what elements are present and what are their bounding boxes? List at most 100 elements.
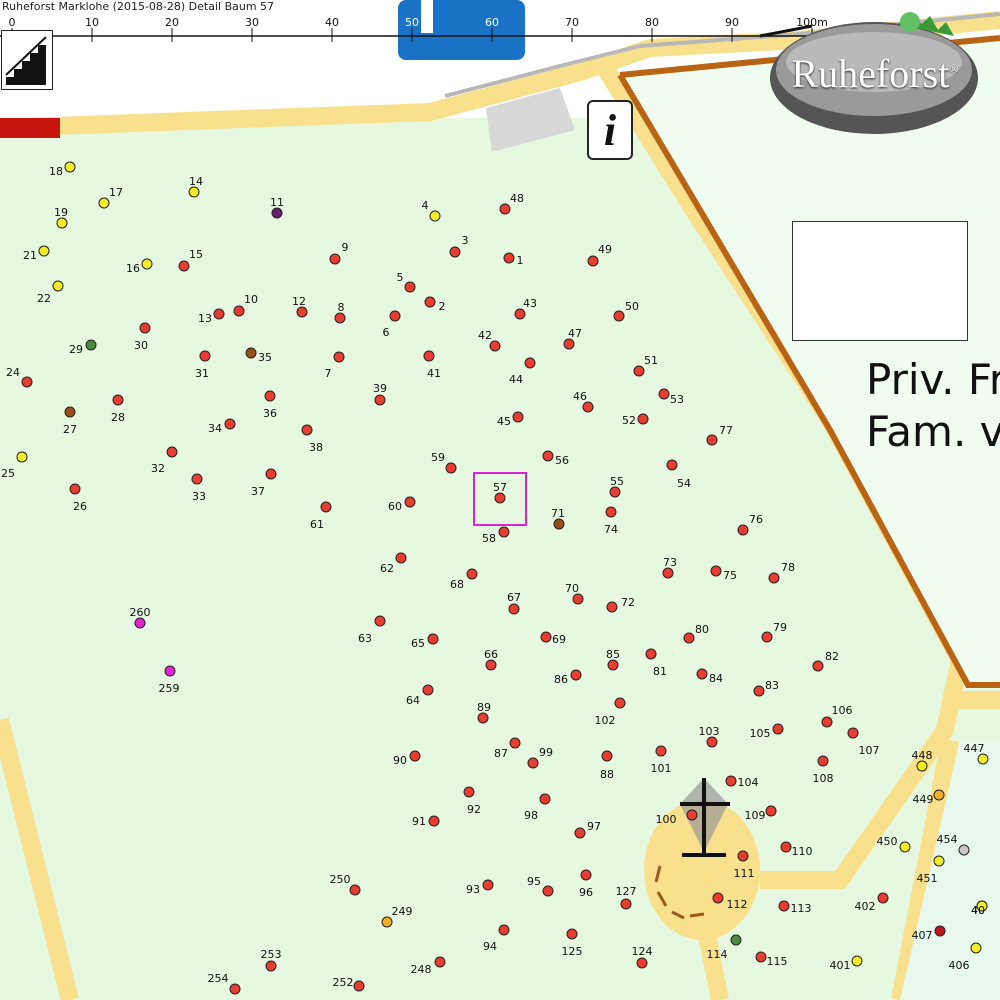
tree-dot[interactable] <box>64 161 76 173</box>
tree-dot[interactable] <box>637 413 649 425</box>
tree-dot[interactable] <box>877 892 889 904</box>
tree-dot[interactable] <box>85 339 97 351</box>
tree-dot[interactable] <box>498 924 510 936</box>
tree-dot[interactable] <box>662 567 674 579</box>
tree-dot[interactable] <box>320 501 332 513</box>
tree-dot[interactable] <box>645 648 657 660</box>
tree-dot[interactable] <box>422 684 434 696</box>
tree-dot[interactable] <box>52 280 64 292</box>
zoom-scale-button[interactable] <box>1 30 53 90</box>
tree-dot[interactable] <box>466 568 478 580</box>
tree-dot[interactable] <box>580 869 592 881</box>
tree-dot[interactable] <box>683 632 695 644</box>
tree-dot[interactable] <box>542 885 554 897</box>
tree-dot[interactable] <box>934 925 946 937</box>
tree-dot[interactable] <box>958 844 970 856</box>
tree-dot[interactable] <box>463 786 475 798</box>
info-button[interactable]: i <box>587 100 633 160</box>
tree-dot[interactable] <box>933 855 945 867</box>
tree-dot[interactable] <box>527 757 539 769</box>
tree-dot[interactable] <box>449 246 461 258</box>
tree-dot[interactable] <box>613 310 625 322</box>
tree-dot[interactable] <box>301 424 313 436</box>
tree-dot[interactable] <box>334 312 346 324</box>
tree-dot[interactable] <box>271 207 283 219</box>
tree-dot[interactable] <box>482 879 494 891</box>
tree-dot[interactable] <box>427 633 439 645</box>
tree-dot[interactable] <box>141 258 153 270</box>
tree-dot[interactable] <box>64 406 76 418</box>
tree-dot[interactable] <box>851 955 863 967</box>
tree-dot[interactable] <box>730 934 742 946</box>
tree-dot[interactable] <box>503 252 515 264</box>
tree-dot[interactable] <box>333 351 345 363</box>
tree-dot[interactable] <box>329 253 341 265</box>
tree-dot[interactable] <box>353 980 365 992</box>
tree-marker-91[interactable]: 91 <box>412 815 440 828</box>
tree-dot[interactable] <box>606 601 618 613</box>
tree-dot[interactable] <box>933 789 945 801</box>
tree-dot[interactable] <box>69 483 81 495</box>
tree-dot[interactable] <box>489 340 501 352</box>
tree-dot[interactable] <box>381 916 393 928</box>
tree-dot[interactable] <box>574 827 586 839</box>
tree-dot[interactable] <box>566 928 578 940</box>
tree-dot[interactable] <box>508 603 520 615</box>
tree-dot[interactable] <box>429 210 441 222</box>
tree-dot[interactable] <box>395 552 407 564</box>
tree-dot[interactable] <box>582 401 594 413</box>
tree-dot[interactable] <box>696 668 708 680</box>
tree-dot[interactable] <box>753 685 765 697</box>
tree-dot[interactable] <box>229 983 241 995</box>
tree-dot[interactable] <box>16 451 28 463</box>
tree-dot[interactable] <box>224 418 236 430</box>
tree-dot[interactable] <box>553 518 565 530</box>
tree-dot[interactable] <box>498 526 510 538</box>
tree-dot[interactable] <box>512 411 524 423</box>
tree-dot[interactable] <box>56 217 68 229</box>
tree-dot[interactable] <box>134 617 146 629</box>
tree-dot[interactable] <box>191 473 203 485</box>
tree-dot[interactable] <box>686 809 698 821</box>
tree-dot[interactable] <box>233 305 245 317</box>
tree-dot[interactable] <box>620 898 632 910</box>
tree-dot[interactable] <box>821 716 833 728</box>
tree-dot[interactable] <box>847 727 859 739</box>
tree-dot[interactable] <box>213 308 225 320</box>
tree-dot[interactable] <box>296 306 308 318</box>
tree-dot[interactable] <box>633 365 645 377</box>
tree-dot[interactable] <box>112 394 124 406</box>
tree-dot[interactable] <box>817 755 829 767</box>
tree-dot[interactable] <box>374 615 386 627</box>
tree-dot[interactable] <box>21 376 33 388</box>
tree-dot[interactable] <box>265 468 277 480</box>
tree-dot[interactable] <box>737 850 749 862</box>
tree-dot[interactable] <box>245 347 257 359</box>
tree-marker-40[interactable]: 40 <box>971 900 988 917</box>
tree-dot[interactable] <box>563 338 575 350</box>
tree-dot[interactable] <box>768 572 780 584</box>
tree-dot[interactable] <box>509 737 521 749</box>
tree-marker-85[interactable]: 85 <box>606 648 620 671</box>
tree-dot[interactable] <box>765 805 777 817</box>
tree-dot[interactable] <box>178 260 190 272</box>
tree-dot[interactable] <box>780 841 792 853</box>
tree-dot[interactable] <box>166 446 178 458</box>
tree-dot[interactable] <box>423 350 435 362</box>
tree-dot[interactable] <box>424 296 436 308</box>
tree-dot[interactable] <box>38 245 50 257</box>
tree-dot[interactable] <box>264 390 276 402</box>
tree-dot[interactable] <box>605 506 617 518</box>
tree-dot[interactable] <box>755 951 767 963</box>
tree-dot[interactable] <box>409 750 421 762</box>
tree-dot[interactable] <box>98 197 110 209</box>
tree-marker-67[interactable]: 67 <box>507 591 521 615</box>
tree-dot[interactable] <box>404 281 416 293</box>
tree-dot[interactable] <box>587 255 599 267</box>
tree-dot[interactable] <box>404 496 416 508</box>
tree-dot[interactable] <box>609 486 621 498</box>
tree-dot[interactable] <box>199 350 211 362</box>
tree-dot[interactable] <box>916 760 928 772</box>
tree-dot[interactable] <box>636 957 648 969</box>
tree-dot[interactable] <box>540 631 552 643</box>
